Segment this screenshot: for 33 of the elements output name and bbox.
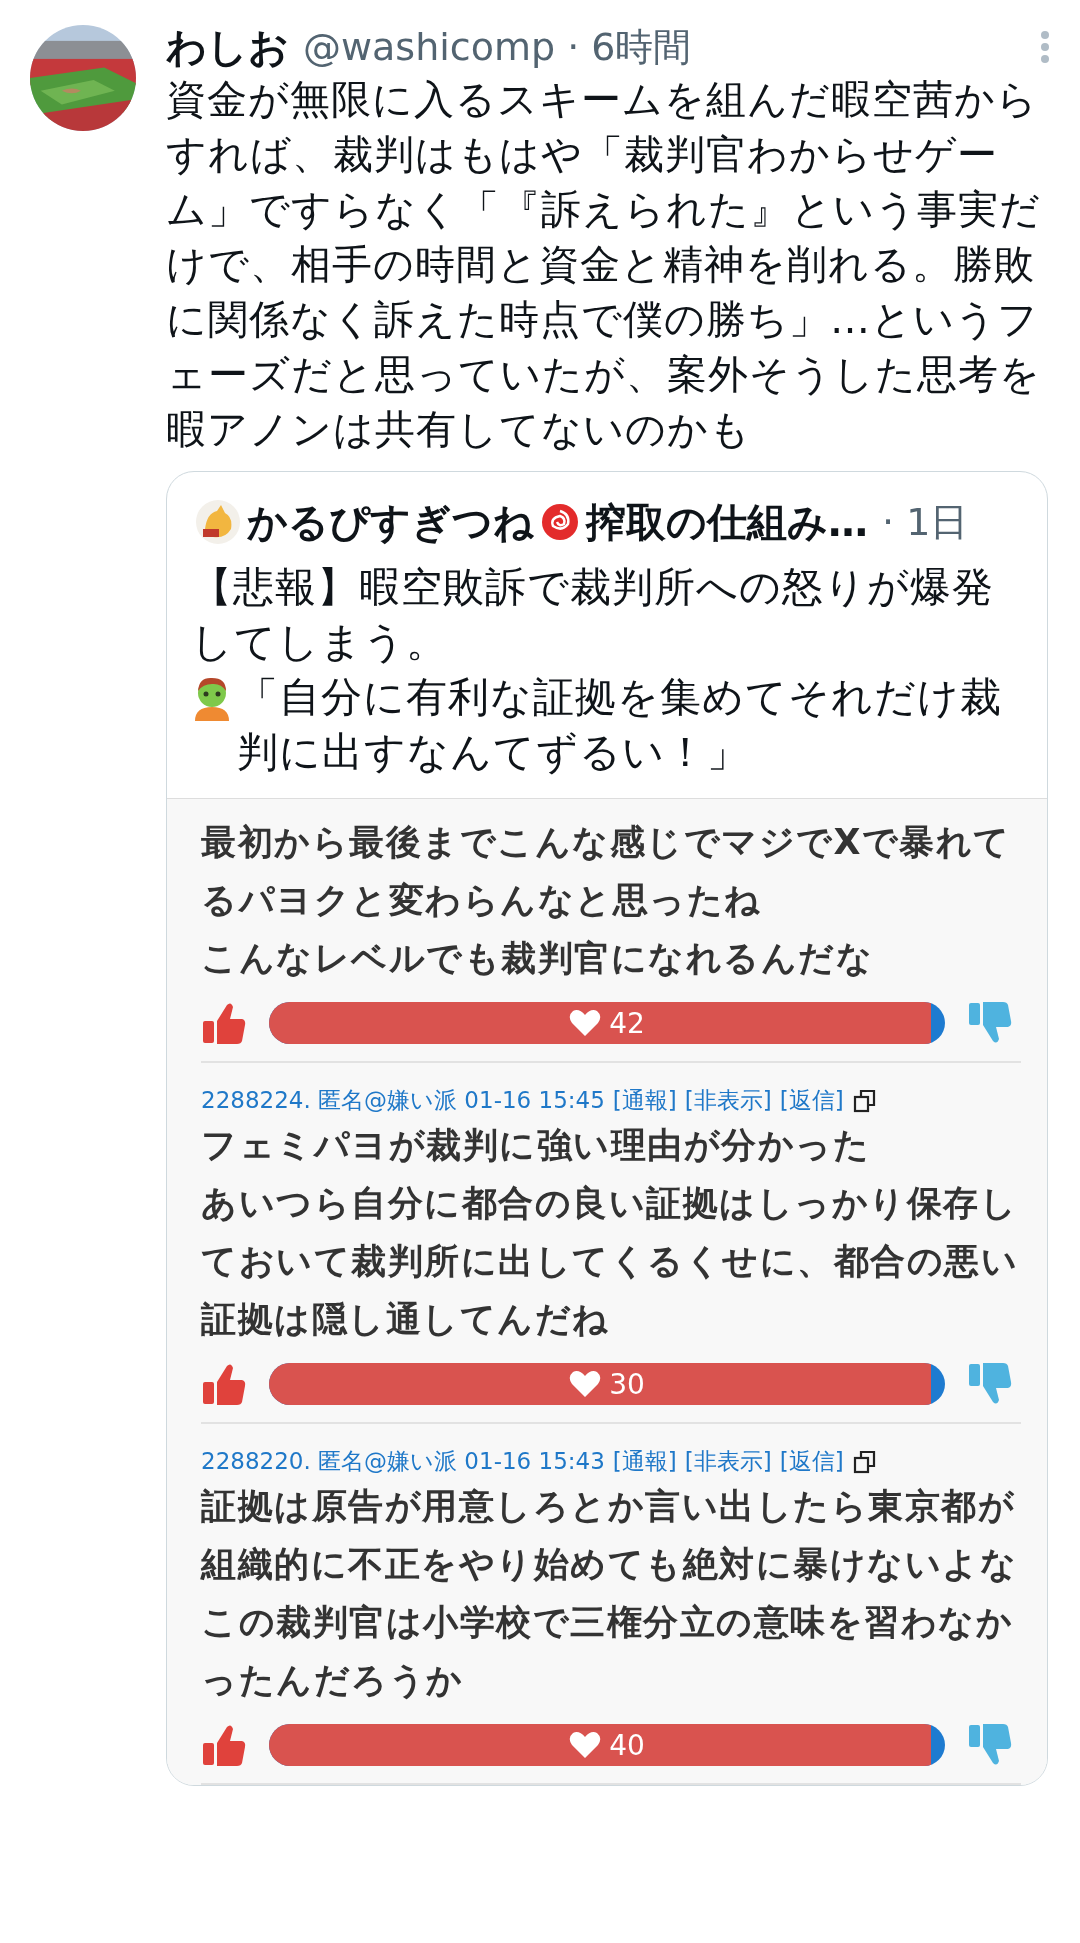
comment-meta: 2288224. 匿名@嫌い派 01-16 15:45 <box>201 1086 605 1115</box>
comment-text: あいつら自分に都合の良い証拠はしっかり保存しておいて裁判所に出してくるくせに、都合の悪い証拠は隠し通してんだね <box>201 1182 1019 1341</box>
author-meta: @washicomp · 6時間 <box>303 23 693 71</box>
copy-icon[interactable] <box>851 1087 878 1114</box>
copy-icon[interactable] <box>851 1448 878 1475</box>
comment-link[interactable]: [通報] <box>612 1446 677 1477</box>
comment-text: 証拠は原告が用意しろとか言い出したら東京都が組織的に不正をやり始めても絶対に暴けないよな <box>201 1485 1018 1586</box>
heart-icon <box>569 1009 602 1037</box>
quoted-text: 「自分に有利な証拠を集めてそれだけ裁判に出すなんてずるい！」 <box>237 672 1003 778</box>
comment-text: フェミパヨが裁判に強い理由が分かった <box>201 1124 871 1167</box>
comment-link[interactable]: [返信] <box>779 1085 844 1116</box>
comment-text: 最初から最後までこんな感じでマジでXで暴れてるパヨクと変わらんなと思ったね <box>201 821 1012 922</box>
author-name[interactable]: わしお <box>166 19 289 75</box>
avatar-icon <box>195 499 241 545</box>
comment-text: こんなレベルでも裁判官になれるんだな <box>201 937 874 980</box>
comment-link[interactable]: [非表示] <box>684 1446 772 1477</box>
tweet-text: 資金が無限に入るスキームを組んだ暇空茜からすれば、裁判はもはや「裁判官わからせゲーム」ですらなく「『訴えられた』という事実だけで、相手の時間と資金と精神を削れる。勝敗に関係なく訴えた時点で僕の勝ち」…というフェーズだと思っていたが、案外そうした思考を暇アノンは共有してないのかも <box>166 75 1042 454</box>
rose-icon <box>540 502 580 542</box>
comment-link[interactable]: [通報] <box>612 1085 677 1116</box>
quoted-author-title[interactable]: 搾取の仕組み… <box>586 494 868 550</box>
like-count: 40 <box>609 1728 645 1762</box>
quoted-tweet-card[interactable] <box>166 471 1048 1786</box>
heart-icon <box>569 1370 602 1398</box>
like-count: 42 <box>609 1006 645 1040</box>
quoted-text: 【悲報】暇空敗訴で裁判所への怒りが爆発してしまう。 <box>190 562 995 668</box>
quoted-author-name[interactable]: かるぴすぎつね <box>247 494 534 550</box>
heart-icon <box>569 1731 602 1759</box>
comment-link[interactable]: [非表示] <box>684 1085 772 1116</box>
quoted-time: · 1日 <box>882 498 969 546</box>
comment-meta: 2288220. 匿名@嫌い派 01-16 15:43 <box>201 1447 605 1476</box>
like-count: 30 <box>609 1367 645 1401</box>
comment-link[interactable]: [返信] <box>779 1446 844 1477</box>
comment-text: この裁判官は小学校で三権分立の意味を習わなかったんだろうか <box>201 1601 1014 1702</box>
